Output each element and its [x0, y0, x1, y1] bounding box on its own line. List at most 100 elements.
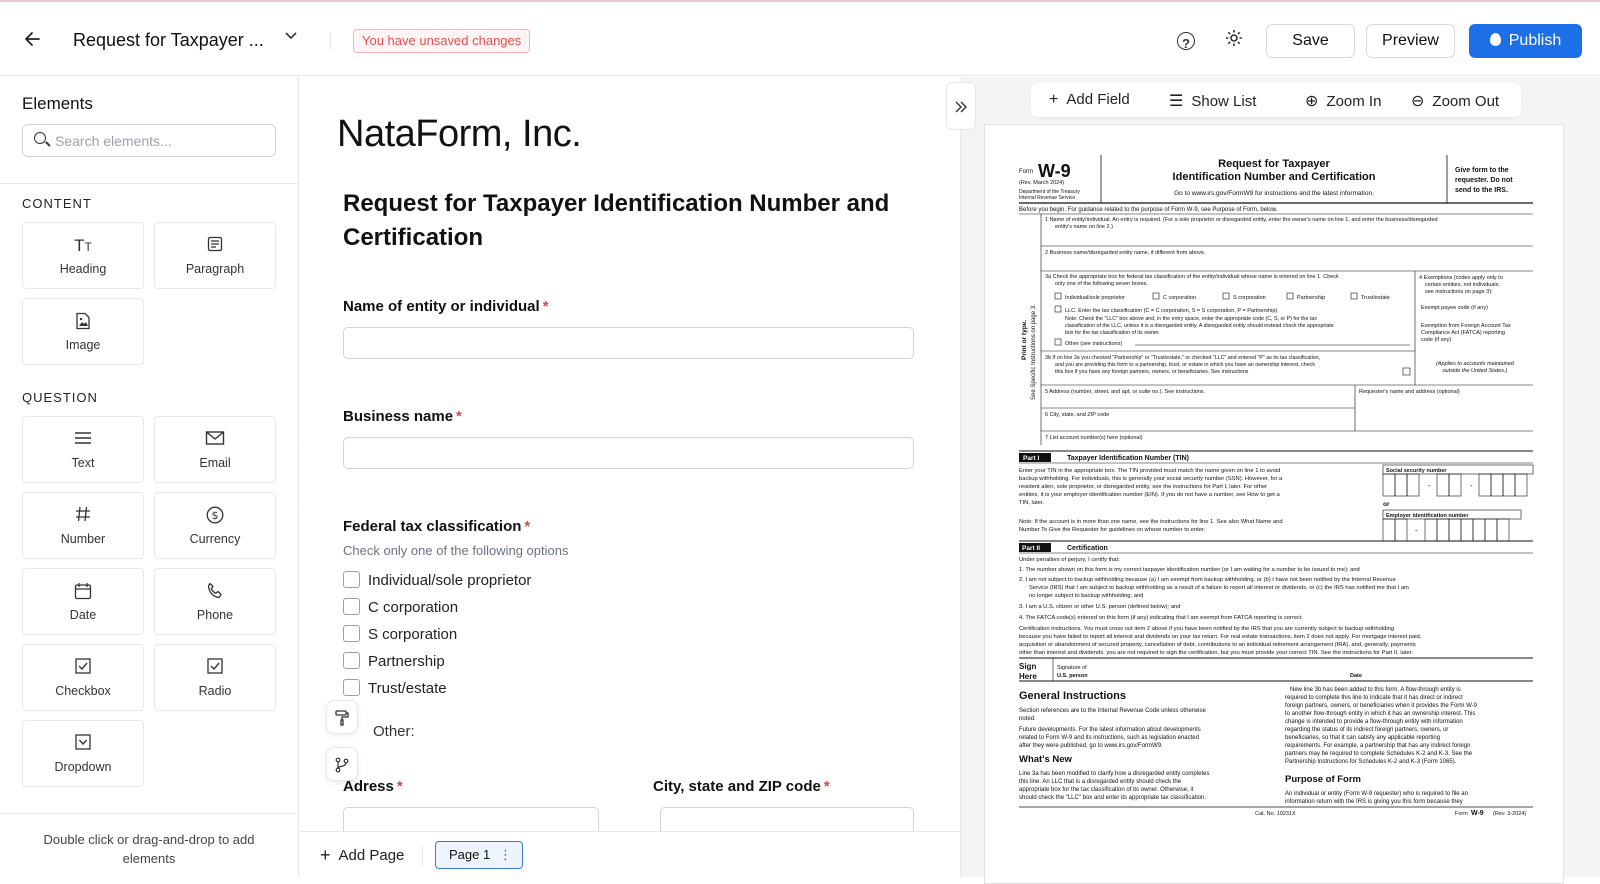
field-label-city-state-zip[interactable]: City, state and ZIP code *: [653, 778, 830, 795]
w9-cert2b: Service (IRS) that I am subject to backu…: [1029, 585, 1409, 591]
element-email[interactable]: Email: [154, 416, 276, 483]
element-phone[interactable]: Phone: [154, 568, 276, 635]
element-heading[interactable]: TT Heading: [22, 222, 144, 289]
element-label: Phone: [196, 608, 234, 622]
field-label-tax-classification[interactable]: Federal tax classification *: [343, 518, 530, 535]
w9-ex6: Compliance Act (FATCA) reporting: [1421, 330, 1505, 336]
page-tab-1[interactable]: Page 1 ⋮: [435, 841, 523, 869]
show-list-label: Show List: [1191, 93, 1257, 110]
w9-ex5: Exemption from Foreign Account Tax: [1421, 323, 1511, 329]
field-label-address[interactable]: Adress *: [343, 778, 403, 795]
search-input[interactable]: [55, 131, 265, 151]
add-field-label: Add Field: [1066, 91, 1130, 108]
divider: [330, 32, 331, 50]
add-field-button[interactable]: + Add Field: [1049, 91, 1130, 109]
element-label: Paragraph: [185, 262, 245, 276]
w9-give3: send to the IRS.: [1455, 187, 1508, 194]
page-tab-label: Page 1: [449, 847, 491, 862]
element-radio[interactable]: Radio: [154, 644, 276, 711]
paint-roller-icon[interactable]: [326, 700, 358, 734]
w9-title-line1: Request for Taxpayer: [1218, 158, 1330, 170]
checkbox[interactable]: [343, 679, 360, 696]
checkbox[interactable]: [343, 598, 360, 615]
option-s-corporation[interactable]: S corporation: [343, 625, 457, 643]
image-icon: [23, 312, 143, 334]
w9-line3b1: 3b If on line 3a you checked "Partnershi…: [1045, 355, 1320, 361]
w9-ex8: (Applies to accounts maintained: [1436, 361, 1515, 367]
element-number[interactable]: Number: [22, 492, 144, 559]
checkbox[interactable]: [343, 625, 360, 642]
w9-or: or: [1383, 501, 1390, 508]
required-mark: *: [524, 518, 531, 535]
w9-cert2c: no longer subject to backup withholding;…: [1029, 593, 1143, 599]
w9-other: Other (see instructions): [1065, 341, 1122, 347]
chevron-down-icon[interactable]: [284, 28, 298, 47]
option-c-corporation[interactable]: C corporation: [343, 598, 458, 616]
element-paragraph[interactable]: Paragraph: [154, 222, 276, 289]
w9-ci3: acquisition or abandonment of secured pr…: [1019, 642, 1416, 648]
plus-icon: +: [1049, 91, 1059, 108]
required-mark: *: [456, 408, 462, 425]
w9-line7: 7 List account number(s) here (optional): [1045, 435, 1143, 441]
element-dropdown[interactable]: Dropdown: [22, 720, 144, 787]
brand-heading[interactable]: NataForm, Inc.: [337, 113, 582, 156]
element-label: Text: [71, 456, 95, 470]
branch-logic-icon[interactable]: [326, 747, 358, 781]
checkbox[interactable]: [343, 571, 360, 588]
option-partnership[interactable]: Partnership: [343, 652, 445, 670]
text-icon: [23, 430, 143, 452]
option-individual[interactable]: Individual/sole proprietor: [343, 571, 531, 589]
w9-line6: 6 City, state, and ZIP code: [1045, 412, 1109, 418]
field-label-business-name[interactable]: Business name *: [343, 408, 462, 425]
drop-icon: [1489, 33, 1501, 46]
gear-icon[interactable]: [1222, 28, 1246, 52]
w9-tin3: resident alien, sole proprietor, or disr…: [1019, 484, 1267, 490]
w9-line3b2: and you are providing this form to a par…: [1055, 362, 1315, 368]
w9-fd2: related to Form W-9 and its instructions…: [1019, 735, 1199, 741]
w9-title-line2: Identification Number and Certification: [1173, 171, 1376, 183]
more-icon[interactable]: ⋮: [499, 842, 512, 868]
w9-side-instr: See Specific Instructions on page 3.: [1031, 304, 1037, 400]
element-checkbox[interactable]: Checkbox: [22, 644, 144, 711]
business-name-input[interactable]: [343, 437, 914, 469]
currency-icon: $: [155, 506, 275, 528]
help-icon[interactable]: ?: [1177, 32, 1195, 51]
zoom-out-button[interactable]: ⊖ Zoom Out: [1411, 91, 1499, 111]
radio-icon: [155, 658, 275, 680]
back-arrow-icon[interactable]: [22, 28, 46, 52]
document-title[interactable]: Request for Taxpayer ...: [73, 30, 264, 51]
option-trust-estate[interactable]: Trust/estate: [343, 679, 447, 697]
element-currency[interactable]: $ Currency: [154, 492, 276, 559]
add-page-button[interactable]: + Add Page: [320, 845, 404, 866]
search-box[interactable]: [22, 124, 276, 157]
zoom-in-button[interactable]: ⊕ Zoom In: [1305, 91, 1381, 111]
w9-note3: box for the tax classification of its ow…: [1065, 330, 1160, 336]
show-list-button[interactable]: ☰ Show List: [1169, 91, 1256, 111]
element-date[interactable]: Date: [22, 568, 144, 635]
pdf-toolbar: + Add Field ☰ Show List ⊕ Zoom In ⊖ Zoom Out: [1031, 83, 1521, 117]
w9-pf1: An individual or entity (Form W-9 reques…: [1285, 791, 1468, 797]
label-text: Name of entity or individual: [343, 298, 540, 315]
w9-sig1: Signature of: [1057, 665, 1087, 671]
w9-cb-individual: Individual/sole proprietor: [1065, 295, 1125, 301]
element-label: Dropdown: [54, 760, 112, 774]
w9-cb-scorp: S corporation: [1233, 295, 1266, 301]
element-text[interactable]: Text: [22, 416, 144, 483]
checkbox[interactable]: [343, 652, 360, 669]
save-button[interactable]: Save: [1266, 24, 1355, 58]
publish-button[interactable]: Publish: [1469, 24, 1582, 58]
preview-button[interactable]: Preview: [1366, 24, 1455, 58]
form-title[interactable]: Request for Taxpayer Identification Numb…: [343, 187, 903, 255]
label-text: Adress: [343, 778, 394, 795]
element-image[interactable]: Image: [22, 298, 144, 365]
w9-tin4: entities, it is your employer identifica…: [1019, 492, 1280, 498]
option-label: C corporation: [368, 599, 459, 616]
entity-name-input[interactable]: [343, 327, 914, 359]
field-label-entity-name[interactable]: Name of entity or individual *: [343, 298, 549, 315]
zoom-out-icon: ⊖: [1411, 93, 1425, 110]
w9-pf: Purpose of Form: [1285, 774, 1361, 785]
expand-right-panel-handle[interactable]: [946, 82, 976, 130]
w9-line5: 5 Address (number, street, and apt. or s…: [1045, 389, 1206, 395]
plus-icon: +: [320, 845, 331, 865]
option-other[interactable]: Other:: [373, 723, 415, 740]
